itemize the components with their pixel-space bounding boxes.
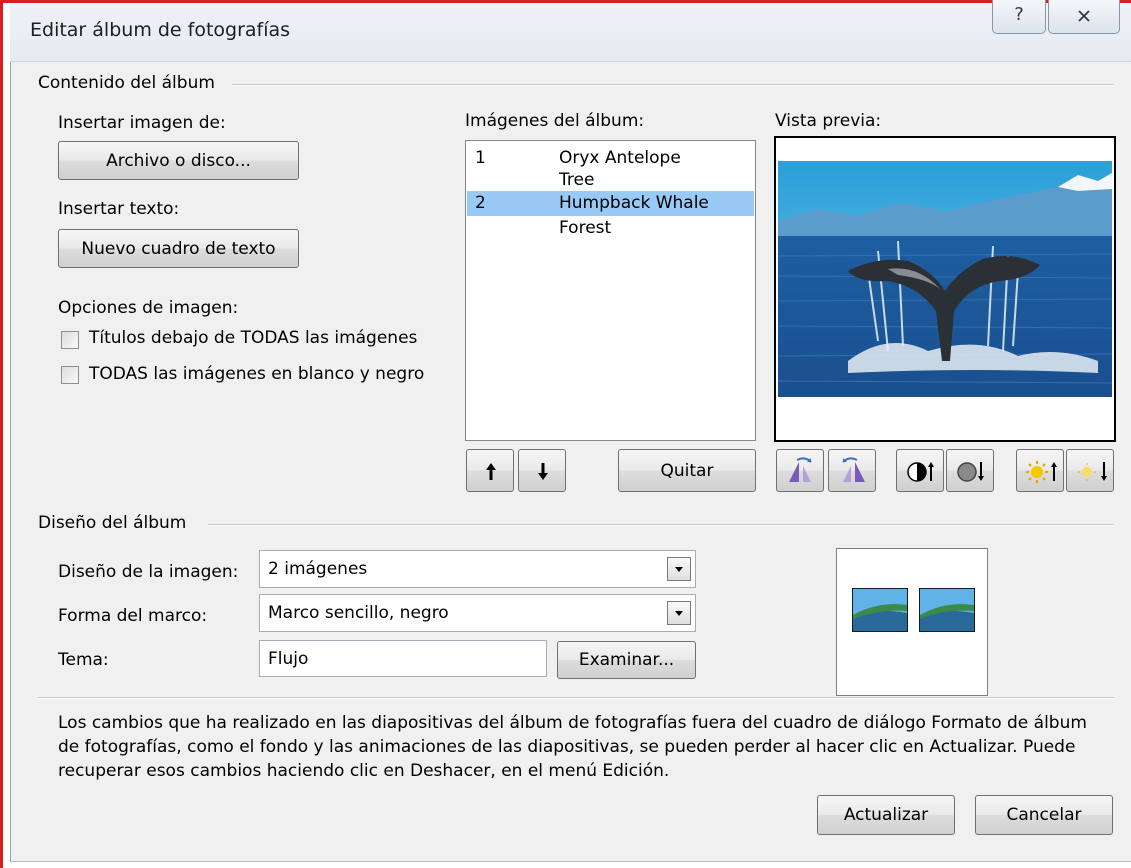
theme-label: Tema: bbox=[58, 650, 109, 670]
layout-preview-thumb bbox=[852, 588, 908, 632]
brightness-down-button[interactable] bbox=[1066, 449, 1114, 492]
warning-note: Los cambios que ha realizado en las diap… bbox=[58, 713, 1087, 781]
layout-preview bbox=[836, 548, 988, 696]
file-or-disk-button-label: Archivo o disco... bbox=[106, 150, 251, 171]
whale-tail-image bbox=[778, 161, 1112, 397]
rotate-right-icon bbox=[842, 457, 865, 482]
album-images-label: Imágenes del álbum: bbox=[465, 111, 645, 131]
cancel-button[interactable]: Cancelar bbox=[975, 795, 1113, 835]
image-options-label: Opciones de imagen: bbox=[58, 298, 239, 318]
list-item-name: Tree bbox=[559, 170, 595, 190]
close-icon bbox=[1078, 10, 1090, 22]
layout-preview-thumb bbox=[919, 588, 975, 632]
theme-value: Flujo bbox=[268, 648, 309, 669]
rotate-left-button[interactable] bbox=[776, 449, 824, 492]
captions-checkbox[interactable] bbox=[61, 331, 79, 349]
cancel-button-label: Cancelar bbox=[1006, 805, 1082, 825]
move-up-button[interactable] bbox=[466, 449, 514, 492]
contrast-up-icon bbox=[907, 462, 934, 482]
rotate-left-icon bbox=[789, 457, 812, 482]
list-item-name: Oryx Antelope bbox=[559, 148, 681, 168]
list-item-name: Forest bbox=[559, 218, 612, 238]
browse-button-label: Examinar... bbox=[578, 650, 675, 670]
window-title: Editar álbum de fotografías bbox=[30, 19, 291, 41]
new-textbox-button[interactable]: Nuevo cuadro de texto bbox=[58, 229, 299, 268]
chevron-down-icon bbox=[675, 567, 683, 572]
brightness-down-icon bbox=[1078, 462, 1107, 481]
theme-input[interactable]: Flujo bbox=[259, 640, 547, 677]
close-button[interactable] bbox=[1048, 0, 1120, 34]
help-button[interactable]: ? bbox=[992, 0, 1046, 34]
brightness-up-button[interactable] bbox=[1016, 449, 1064, 492]
new-textbox-button-label: Nuevo cuadro de texto bbox=[81, 238, 276, 259]
black-white-checkbox[interactable] bbox=[61, 366, 79, 384]
picture-layout-value: 2 imágenes bbox=[268, 559, 368, 579]
list-item[interactable]: Forest bbox=[467, 216, 754, 241]
black-white-label[interactable]: TODAS las imágenes en blanco y negro bbox=[89, 364, 424, 384]
help-icon: ? bbox=[1014, 4, 1024, 25]
update-button-label: Actualizar bbox=[843, 805, 929, 825]
contrast-up-button[interactable] bbox=[896, 449, 944, 492]
list-item[interactable]: Tree bbox=[467, 168, 754, 193]
frame-shape-select[interactable]: Marco sencillo, negro bbox=[259, 594, 696, 632]
insert-image-label: Insertar imagen de: bbox=[58, 113, 226, 133]
picture-layout-dropdown[interactable] bbox=[667, 557, 691, 581]
frame-shape-value: Marco sencillo, negro bbox=[268, 603, 449, 623]
footer-divider bbox=[38, 697, 1114, 699]
frame-shape-label: Forma del marco: bbox=[58, 606, 208, 626]
group-divider bbox=[232, 84, 1114, 86]
frame-shape-dropdown[interactable] bbox=[667, 601, 691, 625]
file-or-disk-button[interactable]: Archivo o disco... bbox=[58, 141, 299, 180]
contrast-down-button[interactable] bbox=[946, 449, 994, 492]
contrast-down-icon bbox=[957, 462, 984, 482]
design-group-label: Diseño del álbum bbox=[38, 513, 187, 533]
insert-text-label: Insertar texto: bbox=[58, 199, 180, 219]
picture-layout-select[interactable]: 2 imágenes bbox=[259, 550, 696, 588]
list-item-number: 2 bbox=[475, 193, 486, 213]
list-item-selected[interactable]: 2 Humpback Whale bbox=[467, 191, 754, 216]
preview-pane bbox=[774, 136, 1116, 442]
arrow-down-icon bbox=[538, 463, 548, 480]
brightness-up-icon bbox=[1026, 461, 1057, 483]
update-button[interactable]: Actualizar bbox=[817, 795, 955, 835]
album-images-list[interactable]: 1 Oryx Antelope Tree 2 Humpback Whale Fo… bbox=[465, 140, 756, 441]
content-group-label: Contenido del álbum bbox=[38, 73, 215, 93]
browse-button[interactable]: Examinar... bbox=[557, 641, 696, 679]
list-item-name: Humpback Whale bbox=[559, 193, 709, 213]
remove-button-label: Quitar bbox=[660, 460, 714, 481]
rotate-right-button[interactable] bbox=[828, 449, 876, 492]
picture-layout-label: Diseño de la imagen: bbox=[58, 562, 239, 582]
chevron-down-icon bbox=[675, 611, 683, 616]
remove-button[interactable]: Quitar bbox=[618, 449, 756, 492]
group-divider bbox=[208, 524, 1114, 526]
move-down-button[interactable] bbox=[518, 449, 566, 492]
arrow-up-icon bbox=[486, 463, 496, 480]
captions-label[interactable]: Títulos debajo de TODAS las imágenes bbox=[89, 328, 417, 348]
list-item-number: 1 bbox=[475, 148, 486, 168]
preview-label: Vista previa: bbox=[775, 111, 882, 131]
